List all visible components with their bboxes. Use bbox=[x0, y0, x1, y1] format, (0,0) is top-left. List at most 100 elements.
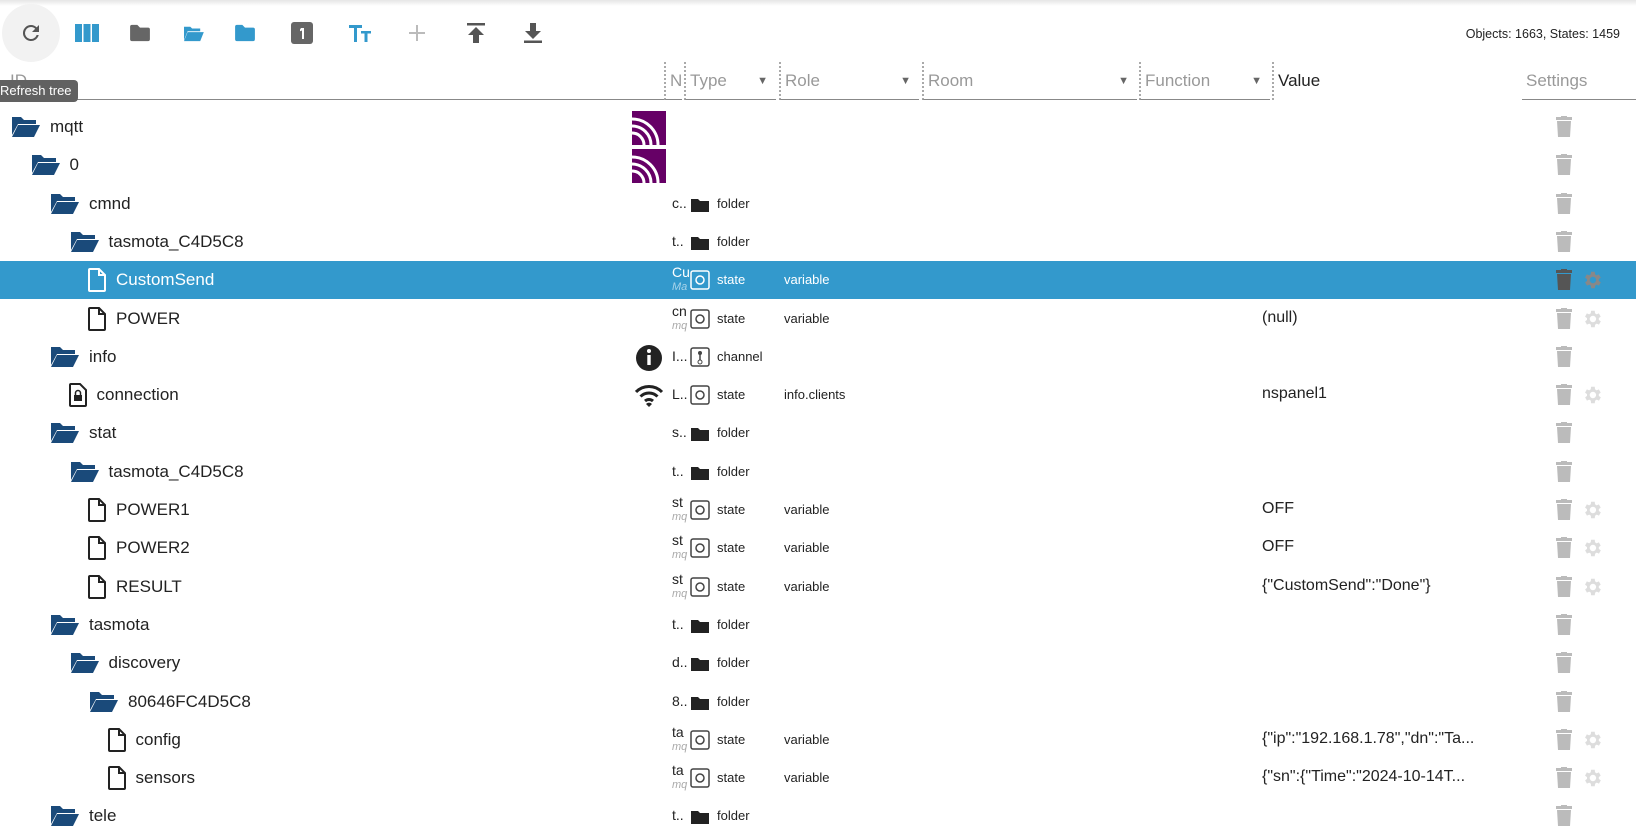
object-value[interactable]: {"sn":{"Time":"2024-10-14T... bbox=[1262, 768, 1465, 786]
object-type: state bbox=[717, 272, 746, 288]
tree-item[interactable]: sensors bbox=[107, 759, 195, 797]
role-filter-select[interactable]: Role ▼ bbox=[779, 62, 919, 100]
delete-button[interactable] bbox=[1554, 728, 1574, 756]
tree-item[interactable]: connection bbox=[68, 376, 179, 414]
custom-settings-button[interactable] bbox=[1581, 308, 1603, 335]
tree-item[interactable]: RESULT bbox=[88, 568, 182, 606]
add-object-button[interactable] bbox=[401, 17, 433, 49]
delete-button[interactable] bbox=[1554, 690, 1574, 718]
tree-row[interactable]: tasmota_C4D5C8 t.. folder bbox=[0, 223, 1636, 261]
delete-button[interactable] bbox=[1554, 269, 1574, 296]
refresh-button[interactable] bbox=[2, 4, 60, 62]
tree-row[interactable]: 0 bbox=[0, 146, 1636, 184]
custom-settings-button[interactable] bbox=[1581, 729, 1603, 756]
tree-row[interactable]: tasmota_C4D5C8 t.. folder bbox=[0, 453, 1636, 491]
tree-row[interactable]: info I... channel bbox=[0, 338, 1636, 376]
columns-button[interactable] bbox=[71, 17, 103, 49]
delete-button[interactable] bbox=[1554, 652, 1574, 679]
tree-row[interactable]: POWER cn mq state variable (null) bbox=[0, 300, 1636, 338]
tree-row[interactable]: CustomSend Cu Ma state variable bbox=[0, 261, 1636, 300]
object-value[interactable]: {"CustomSend":"Done"} bbox=[1262, 577, 1431, 595]
tree-item[interactable]: tasmota_C4D5C8 bbox=[69, 223, 244, 261]
import-button[interactable] bbox=[460, 17, 492, 49]
tree-item[interactable]: POWER bbox=[88, 300, 180, 338]
tree-item[interactable]: tasmota_C4D5C8 bbox=[69, 453, 244, 491]
tree-item[interactable]: config bbox=[107, 721, 181, 759]
tree-row[interactable]: RESULT st mq state variable {"CustomSend":"Do… bbox=[0, 568, 1636, 606]
custom-settings-button[interactable] bbox=[1581, 269, 1603, 296]
delete-button[interactable] bbox=[1554, 230, 1574, 258]
tree-item[interactable]: CustomSend bbox=[88, 261, 214, 299]
tree-item[interactable]: stat bbox=[49, 414, 116, 452]
room-filter-select[interactable]: Room ▼ bbox=[922, 62, 1137, 100]
custom-settings-button[interactable] bbox=[1581, 537, 1603, 564]
tree-item[interactable]: cmnd bbox=[49, 185, 131, 223]
object-value[interactable]: (null) bbox=[1262, 309, 1298, 327]
object-name: d.. bbox=[672, 655, 690, 670]
custom-settings-button[interactable] bbox=[1581, 576, 1603, 603]
folder-type-icon bbox=[690, 692, 710, 712]
object-id-label: tasmota bbox=[89, 614, 150, 634]
object-value[interactable]: OFF bbox=[1262, 538, 1294, 556]
collapse-all-button[interactable] bbox=[124, 17, 156, 49]
delete-button[interactable] bbox=[1554, 460, 1574, 488]
delete-button[interactable] bbox=[1554, 767, 1574, 794]
tree-row[interactable]: sensors ta mq state variable {"sn":{"Time":"2… bbox=[0, 759, 1636, 797]
tree-row[interactable]: tasmota t.. folder bbox=[0, 606, 1636, 644]
tree-item[interactable]: tasmota bbox=[49, 606, 149, 644]
export-button[interactable] bbox=[517, 17, 549, 49]
state-type-icon bbox=[690, 500, 710, 520]
id-filter-input[interactable]: ID bbox=[6, 62, 664, 100]
object-name: s.. bbox=[672, 425, 690, 440]
expand-one-button[interactable] bbox=[229, 17, 261, 49]
delete-button[interactable] bbox=[1554, 345, 1574, 373]
gear-icon bbox=[1581, 271, 1603, 295]
tree-row[interactable]: discovery d.. folder bbox=[0, 644, 1636, 682]
tree-item[interactable]: POWER1 bbox=[88, 491, 190, 529]
tree-item[interactable]: mqtt bbox=[10, 108, 83, 146]
object-value[interactable]: OFF bbox=[1262, 500, 1294, 518]
name-filter-input[interactable]: N bbox=[664, 62, 682, 100]
custom-settings-button[interactable] bbox=[1581, 384, 1603, 411]
delete-button[interactable] bbox=[1554, 307, 1574, 335]
tree-row[interactable]: POWER2 st mq state variable OFF bbox=[0, 529, 1636, 567]
custom-settings-button[interactable] bbox=[1581, 767, 1603, 794]
delete-button[interactable] bbox=[1554, 537, 1574, 564]
object-id-label: tasmota_C4D5C8 bbox=[108, 231, 244, 251]
role-column-label: Role bbox=[785, 71, 820, 90]
delete-button[interactable] bbox=[1554, 422, 1574, 449]
tree-row[interactable]: tele t.. folder bbox=[0, 797, 1636, 835]
delete-button[interactable] bbox=[1554, 575, 1574, 603]
tree-row[interactable]: 80646FC4D5C8 8.. folder bbox=[0, 683, 1636, 721]
tree-row[interactable]: connection L.. state info.clients nspanel1 bbox=[0, 376, 1636, 414]
delete-button[interactable] bbox=[1554, 805, 1574, 832]
object-name-text: s.. bbox=[672, 425, 687, 441]
expand-all-button[interactable] bbox=[177, 17, 209, 49]
function-filter-select[interactable]: Function ▼ bbox=[1139, 62, 1270, 100]
object-value[interactable]: nspanel1 bbox=[1262, 385, 1327, 403]
tree-row[interactable]: stat s.. folder bbox=[0, 414, 1636, 452]
tree-row[interactable]: mqtt bbox=[0, 108, 1636, 146]
type-filter-select[interactable]: Type ▼ bbox=[684, 62, 776, 100]
object-value[interactable]: {"ip":"192.168.1.78","dn":"Ta... bbox=[1262, 730, 1474, 748]
tree-row[interactable]: config ta mq state variable {"ip":"192.168.1.… bbox=[0, 721, 1636, 759]
text-size-button[interactable] bbox=[344, 17, 376, 49]
tree-row[interactable]: cmnd c.. folder bbox=[0, 185, 1636, 223]
delete-button[interactable] bbox=[1554, 499, 1574, 526]
object-name: I... bbox=[672, 349, 690, 364]
delete-button[interactable] bbox=[1554, 192, 1574, 220]
custom-settings-button[interactable] bbox=[1581, 499, 1603, 526]
tree-item[interactable]: discovery bbox=[69, 644, 180, 682]
show-states-button[interactable] bbox=[286, 17, 318, 49]
tree-item[interactable]: POWER2 bbox=[88, 529, 190, 567]
delete-button[interactable] bbox=[1554, 613, 1574, 641]
delete-button[interactable] bbox=[1554, 154, 1574, 181]
tree-item[interactable]: 80646FC4D5C8 bbox=[88, 683, 251, 721]
delete-button[interactable] bbox=[1554, 116, 1574, 143]
delete-button[interactable] bbox=[1554, 384, 1574, 411]
object-id-label: 0 bbox=[69, 155, 79, 175]
tree-item[interactable]: 0 bbox=[30, 146, 79, 184]
tree-item[interactable]: tele bbox=[49, 797, 116, 835]
tree-row[interactable]: POWER1 st mq state variable OFF bbox=[0, 491, 1636, 529]
tree-item[interactable]: info bbox=[49, 338, 116, 376]
